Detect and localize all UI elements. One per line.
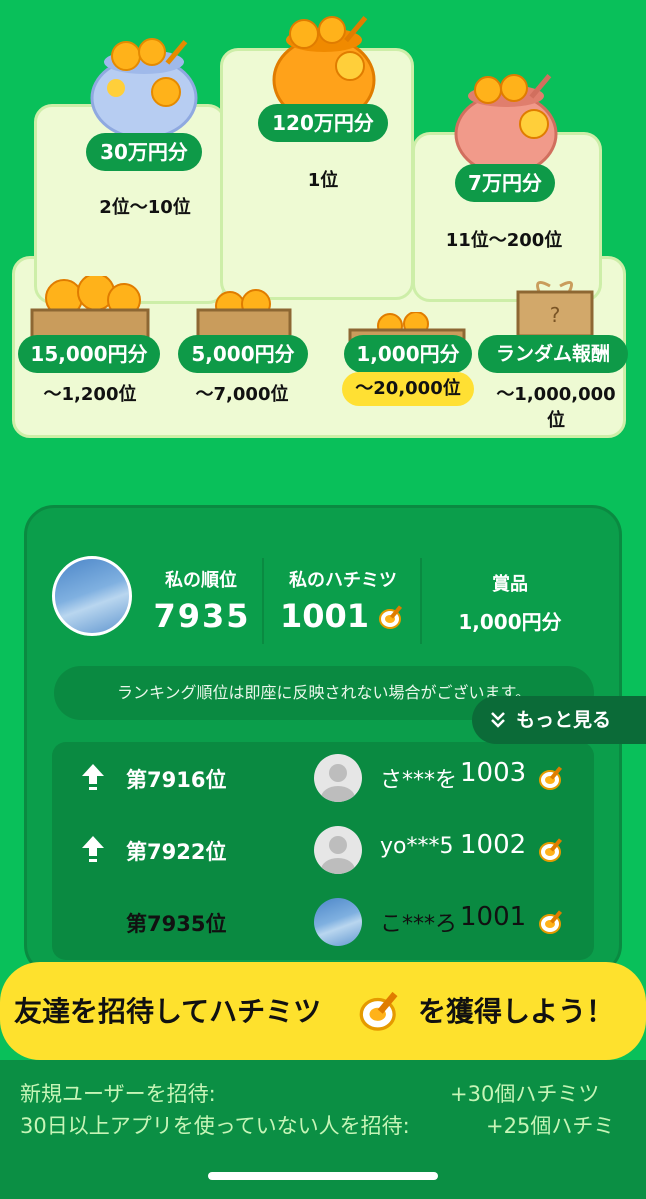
leaderboard-rank: 第7922位 [126,840,227,864]
svg-text:?: ? [550,303,561,327]
bronze-pot-icon [454,73,558,176]
leaderboard-honey: 1003 [460,758,527,788]
stat-divider [420,558,422,644]
honey-dipper-icon [539,766,563,790]
prize-amount-7000: 5,000円分 [178,335,308,373]
my-prize-label: 賞品 [492,574,528,595]
rank-up-arrow-icon [82,836,104,862]
reward-value-new: +30個ハチミツ [450,1082,600,1106]
mystery-box-icon: ? [516,280,594,338]
leaderboard-honey: 1002 [460,830,527,860]
my-prize-value: 1,000円分 [458,610,562,634]
my-honey-label: 私のハチミツ [289,570,397,591]
honey-dipper-icon [539,910,563,934]
leaderboard-rank: 第7935位 [126,912,227,936]
coin-box-icon [196,289,292,342]
reward-label-new: 新規ユーザーを招待: [20,1082,216,1106]
prize-amount-20000: 1,000円分 [344,335,472,373]
show-more-label: もっと見る [516,709,612,731]
invite-banner-text-right: を獲得しよう！ [418,995,615,1028]
prize-rank-1: 1位 [307,170,339,191]
my-avatar [52,556,132,636]
prize-rank-1200: 〜1,200位 [43,384,137,405]
honey-dipper-icon [379,605,403,629]
prize-amount-11-200: 7万円分 [455,164,555,202]
my-rank-value: 7935 [153,597,251,635]
invite-banner-text-left: 友達を招待してハチミツ [14,995,322,1028]
prize-amount-random: ランダム報酬 [478,335,628,373]
home-indicator[interactable] [208,1172,438,1180]
prize-rank-random-line1: 〜1,000,000 [496,384,616,405]
prize-rank-7000: 〜7,000位 [195,384,289,405]
leaderboard-name: さ***を [380,768,456,793]
leaderboard-row[interactable]: 第7922位 yo***5 1002 [52,814,594,886]
honey-dipper-icon [539,838,563,862]
prize-rank-random-line2: 位 [547,410,565,431]
coin-box-icon [30,276,150,342]
prize-rank-2-10: 2位〜10位 [99,197,191,218]
prize-rank-20000-highlight: 〜20,000位 [342,372,474,406]
default-avatar-icon [314,754,362,802]
leaderboard-name: yo***5 [380,834,454,859]
reward-value-dormant: +25個ハチミ [486,1114,615,1138]
leaderboard-list: 第7916位 さ***を 1003 第7922位 yo***5 1002 第79… [52,742,594,960]
leaderboard-honey: 1001 [460,902,527,932]
double-chevron-down-icon [491,712,505,728]
leaderboard-row[interactable]: 第7916位 さ***を 1003 [52,742,594,814]
rank-up-arrow-icon [82,764,104,790]
reward-label-dormant: 30日以上アプリを使っていない人を招待: [20,1114,410,1138]
leaderboard-row-mine[interactable]: 第7935位 こ***ろ 1001 [52,886,594,958]
prize-amount-1200: 15,000円分 [18,335,160,373]
leaderboard-name: こ***ろ [380,912,456,937]
my-rank-label: 私の順位 [165,570,237,591]
honey-dipper-icon [359,991,398,1031]
prize-amount-2-10: 30万円分 [86,133,202,171]
prize-amount-1: 120万円分 [258,104,388,142]
default-avatar-icon [314,826,362,874]
leaderboard-rank: 第7916位 [126,768,227,792]
my-honey-value: 1001 [280,597,370,635]
my-avatar-small [314,898,362,946]
prize-rank-11-200: 11位〜200位 [445,230,563,251]
stat-divider [262,558,264,644]
show-more-button[interactable]: もっと見る [472,696,646,744]
silver-pot-icon [90,38,198,140]
invite-banner[interactable]: 友達を招待してハチミツ を獲得しよう！ [0,962,646,1060]
